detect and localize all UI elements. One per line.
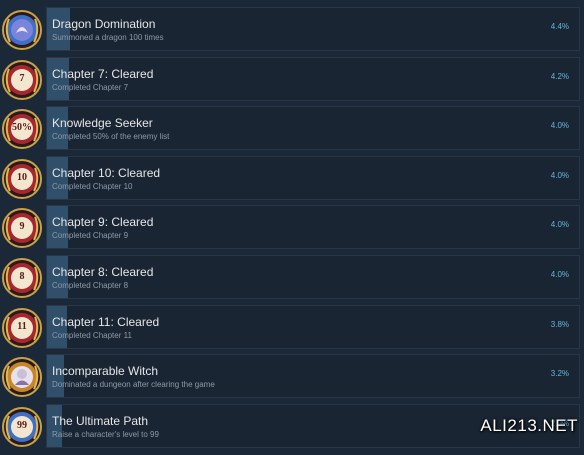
medal-badge-label: 11 xyxy=(17,320,27,332)
achievement-panel: Knowledge Seeker Completed 50% of the ene… xyxy=(46,106,580,151)
medal-badge-label: 50% xyxy=(12,122,32,134)
achievement-name: Incomparable Witch xyxy=(52,364,159,379)
achievement-row: 50% Knowledge Seeker Completed 50% of the … xyxy=(0,105,584,155)
unlock-percent: 4.4% xyxy=(550,22,569,31)
achievement-row: 7 Chapter 7: Cleared Completed Chapter 7 4.… xyxy=(0,56,584,106)
achievement-description: Completed Chapter 7 xyxy=(52,82,129,92)
achievement-description: Completed Chapter 8 xyxy=(52,281,129,290)
achievement-description: Completed Chapter 9 xyxy=(52,231,129,241)
knowledge-medal-icon: 50% xyxy=(0,106,44,152)
achievement-row: 9 Chapter 9: Cleared Completed Chapter 9 4.… xyxy=(0,204,584,254)
medal-badge-label: 7 xyxy=(19,72,25,84)
achievement-description: Raise a character's level to 99 xyxy=(52,429,159,439)
achievement-description: Summoned a dragon 100 times xyxy=(52,33,164,42)
chapter-7-medal-icon: 7 xyxy=(0,57,44,103)
achievement-row: Dragon Domination Summoned a dragon 100 t… xyxy=(0,6,584,56)
achievement-panel: Dragon Domination Summoned a dragon 100 t… xyxy=(46,7,580,51)
unlock-percent: 4.0% xyxy=(550,270,569,279)
medal-badge-label: 8 xyxy=(19,271,25,282)
achievement-panel: Chapter 9: Cleared Completed Chapter 9 4.0… xyxy=(46,205,580,250)
dragon-medal-icon xyxy=(0,7,44,53)
achievement-panel: Chapter 10: Cleared Completed Chapter 10 4… xyxy=(46,155,580,200)
achievement-name: The Ultimate Path xyxy=(52,413,149,428)
achievement-name: Chapter 8: Cleared xyxy=(52,265,154,279)
achievement-description: Dominated a dungeon after clearing the g… xyxy=(52,380,215,390)
unlock-percent: 4.0% xyxy=(550,170,569,180)
achievement-panel: Chapter 7: Cleared Completed Chapter 7 4.2… xyxy=(46,56,580,101)
achievement-row: 11 Chapter 11: Cleared Completed Chapter 1… xyxy=(0,304,584,354)
level-99-medal-icon: 99 xyxy=(0,404,44,450)
achievement-name: Chapter 9: Cleared xyxy=(52,215,154,230)
chapter-8-medal-icon: 8 xyxy=(0,255,44,301)
achievement-name: Chapter 10: Cleared xyxy=(52,165,161,180)
achievement-name: Chapter 7: Cleared xyxy=(52,66,154,81)
unlock-percent: 4.0% xyxy=(550,220,569,230)
chapter-11-medal-icon: 11 xyxy=(0,305,44,351)
achievement-row: 10 Chapter 10: Cleared Completed Chapter 1… xyxy=(0,155,584,205)
achievement-panel: Chapter 11: Cleared Completed Chapter 11 3… xyxy=(46,304,580,349)
unlock-percent: 4.2% xyxy=(550,71,569,81)
unlock-percent: 3.2% xyxy=(550,369,569,379)
unlock-percent: 3.8% xyxy=(550,319,569,329)
achievement-description: Completed 50% of the enemy list xyxy=(52,132,170,142)
achievement-panel: Incomparable Witch Dominated a dungeon af… xyxy=(46,354,580,399)
achievement-row: Incomparable Witch Dominated a dungeon af… xyxy=(0,353,584,403)
achievement-description: Completed Chapter 11 xyxy=(52,330,132,340)
medal-badge-label: 10 xyxy=(17,171,27,183)
chapter-9-medal-icon: 9 xyxy=(0,205,44,251)
achievement-row: 8 Chapter 8: Cleared Completed Chapter 8 4.… xyxy=(0,254,584,304)
achievement-name: Knowledge Seeker xyxy=(52,116,153,131)
achievement-panel: Chapter 8: Cleared Completed Chapter 8 4.0… xyxy=(46,255,580,299)
achievement-description: Completed Chapter 10 xyxy=(52,181,133,191)
chapter-10-medal-icon: 10 xyxy=(0,156,44,202)
watermark: ALI213.NET xyxy=(480,416,578,435)
medal-badge-label: 99 xyxy=(17,419,27,431)
medal-badge-label: 9 xyxy=(19,221,25,233)
unlock-percent: 4.0% xyxy=(550,121,569,131)
achievement-name: Chapter 11: Cleared xyxy=(52,314,160,329)
achievement-name: Dragon Domination xyxy=(52,17,156,31)
witch-medal-icon xyxy=(0,354,44,400)
